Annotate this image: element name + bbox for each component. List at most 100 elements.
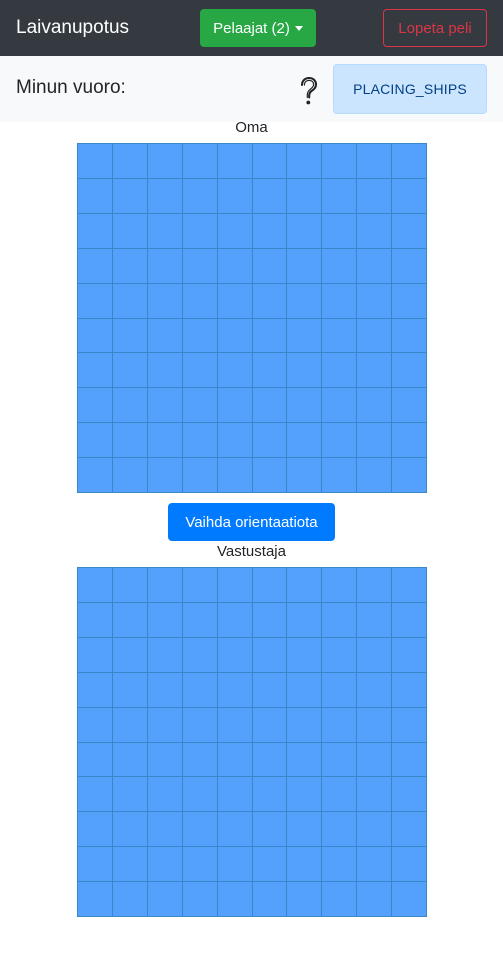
own-board-cell[interactable] — [357, 178, 392, 213]
own-board-cell[interactable] — [112, 458, 147, 492]
own-board-cell[interactable] — [182, 388, 217, 423]
opponent-board-cell[interactable] — [182, 637, 217, 672]
own-board-cell[interactable] — [182, 213, 217, 248]
own-board-cell[interactable] — [287, 388, 322, 423]
opponent-board-cell[interactable] — [322, 637, 357, 672]
opponent-board-cell[interactable] — [147, 882, 182, 916]
opponent-board-cell[interactable] — [112, 672, 147, 707]
own-board-cell[interactable] — [357, 318, 392, 353]
opponent-board-cell[interactable] — [78, 777, 112, 812]
own-board-cell[interactable] — [322, 248, 357, 283]
opponent-board-cell[interactable] — [112, 637, 147, 672]
opponent-board-cell[interactable] — [217, 602, 252, 637]
own-board-cell[interactable] — [182, 248, 217, 283]
own-board-cell[interactable] — [217, 353, 252, 388]
own-board-cell[interactable] — [112, 318, 147, 353]
opponent-board-cell[interactable] — [147, 742, 182, 777]
opponent-board-cell[interactable] — [112, 742, 147, 777]
own-board-cell[interactable] — [357, 388, 392, 423]
opponent-board-cell[interactable] — [112, 568, 147, 602]
opponent-board-cell[interactable] — [147, 637, 182, 672]
own-board-cell[interactable] — [392, 178, 426, 213]
own-board-cell[interactable] — [287, 353, 322, 388]
opponent-board-cell[interactable] — [357, 882, 392, 916]
own-board-cell[interactable] — [252, 213, 287, 248]
own-board-cell[interactable] — [112, 388, 147, 423]
opponent-board-cell[interactable] — [182, 777, 217, 812]
own-board-cell[interactable] — [287, 144, 322, 178]
own-board-cell[interactable] — [357, 423, 392, 458]
opponent-board-cell[interactable] — [252, 812, 287, 847]
own-board-cell[interactable] — [182, 423, 217, 458]
own-board-cell[interactable] — [217, 318, 252, 353]
own-board-cell[interactable] — [217, 283, 252, 318]
own-board-cell[interactable] — [357, 213, 392, 248]
opponent-board-cell[interactable] — [78, 637, 112, 672]
opponent-board-cell[interactable] — [147, 707, 182, 742]
own-board-cell[interactable] — [78, 283, 112, 318]
own-board-cell[interactable] — [147, 248, 182, 283]
opponent-board-cell[interactable] — [357, 672, 392, 707]
own-board-cell[interactable] — [322, 388, 357, 423]
own-board-cell[interactable] — [252, 178, 287, 213]
opponent-board-cell[interactable] — [322, 777, 357, 812]
opponent-board-cell[interactable] — [182, 882, 217, 916]
opponent-board-cell[interactable] — [322, 847, 357, 882]
opponent-board-cell[interactable] — [78, 812, 112, 847]
opponent-board-cell[interactable] — [287, 707, 322, 742]
own-board-cell[interactable] — [147, 213, 182, 248]
own-board-cell[interactable] — [322, 423, 357, 458]
own-board-cell[interactable] — [217, 458, 252, 492]
opponent-board-cell[interactable] — [78, 882, 112, 916]
own-board-cell[interactable] — [357, 283, 392, 318]
own-board-cell[interactable] — [112, 283, 147, 318]
own-board-cell[interactable] — [217, 388, 252, 423]
opponent-board-cell[interactable] — [112, 602, 147, 637]
own-board-cell[interactable] — [322, 318, 357, 353]
opponent-board-cell[interactable] — [287, 847, 322, 882]
opponent-board-cell[interactable] — [112, 707, 147, 742]
own-board-cell[interactable] — [78, 248, 112, 283]
opponent-board-cell[interactable] — [357, 637, 392, 672]
own-board-cell[interactable] — [392, 423, 426, 458]
opponent-board-cell[interactable] — [147, 777, 182, 812]
opponent-board-cell[interactable] — [112, 847, 147, 882]
opponent-board-cell[interactable] — [322, 602, 357, 637]
own-board-cell[interactable] — [287, 213, 322, 248]
opponent-board-cell[interactable] — [357, 847, 392, 882]
own-board-cell[interactable] — [217, 144, 252, 178]
opponent-board-cell[interactable] — [357, 742, 392, 777]
own-board-cell[interactable] — [357, 144, 392, 178]
own-board-cell[interactable] — [252, 144, 287, 178]
own-board-cell[interactable] — [252, 388, 287, 423]
change-orientation-button[interactable]: Vaihda orientaatiota — [168, 503, 335, 541]
opponent-board-cell[interactable] — [357, 568, 392, 602]
opponent-board-cell[interactable] — [217, 882, 252, 916]
opponent-board-cell[interactable] — [322, 707, 357, 742]
own-board-cell[interactable] — [182, 353, 217, 388]
quit-game-button[interactable]: Lopeta peli — [383, 9, 487, 47]
own-board-cell[interactable] — [392, 213, 426, 248]
own-board-cell[interactable] — [78, 178, 112, 213]
opponent-board-cell[interactable] — [182, 568, 217, 602]
opponent-board-cell[interactable] — [147, 568, 182, 602]
own-board-cell[interactable] — [322, 144, 357, 178]
own-board-cell[interactable] — [392, 248, 426, 283]
opponent-board-cell[interactable] — [217, 637, 252, 672]
own-board-cell[interactable] — [78, 423, 112, 458]
opponent-board-cell[interactable] — [392, 742, 426, 777]
opponent-board-cell[interactable] — [147, 672, 182, 707]
own-board-cell[interactable] — [182, 318, 217, 353]
own-board-cell[interactable] — [392, 144, 426, 178]
opponent-board-cell[interactable] — [252, 602, 287, 637]
own-board-cell[interactable] — [392, 458, 426, 492]
own-board-cell[interactable] — [252, 283, 287, 318]
opponent-board-cell[interactable] — [287, 672, 322, 707]
own-board-cell[interactable] — [112, 213, 147, 248]
own-board-cell[interactable] — [112, 353, 147, 388]
opponent-board-cell[interactable] — [217, 777, 252, 812]
opponent-board-cell[interactable] — [252, 882, 287, 916]
own-board-cell[interactable] — [78, 353, 112, 388]
own-board-cell[interactable] — [112, 178, 147, 213]
own-board-cell[interactable] — [322, 353, 357, 388]
